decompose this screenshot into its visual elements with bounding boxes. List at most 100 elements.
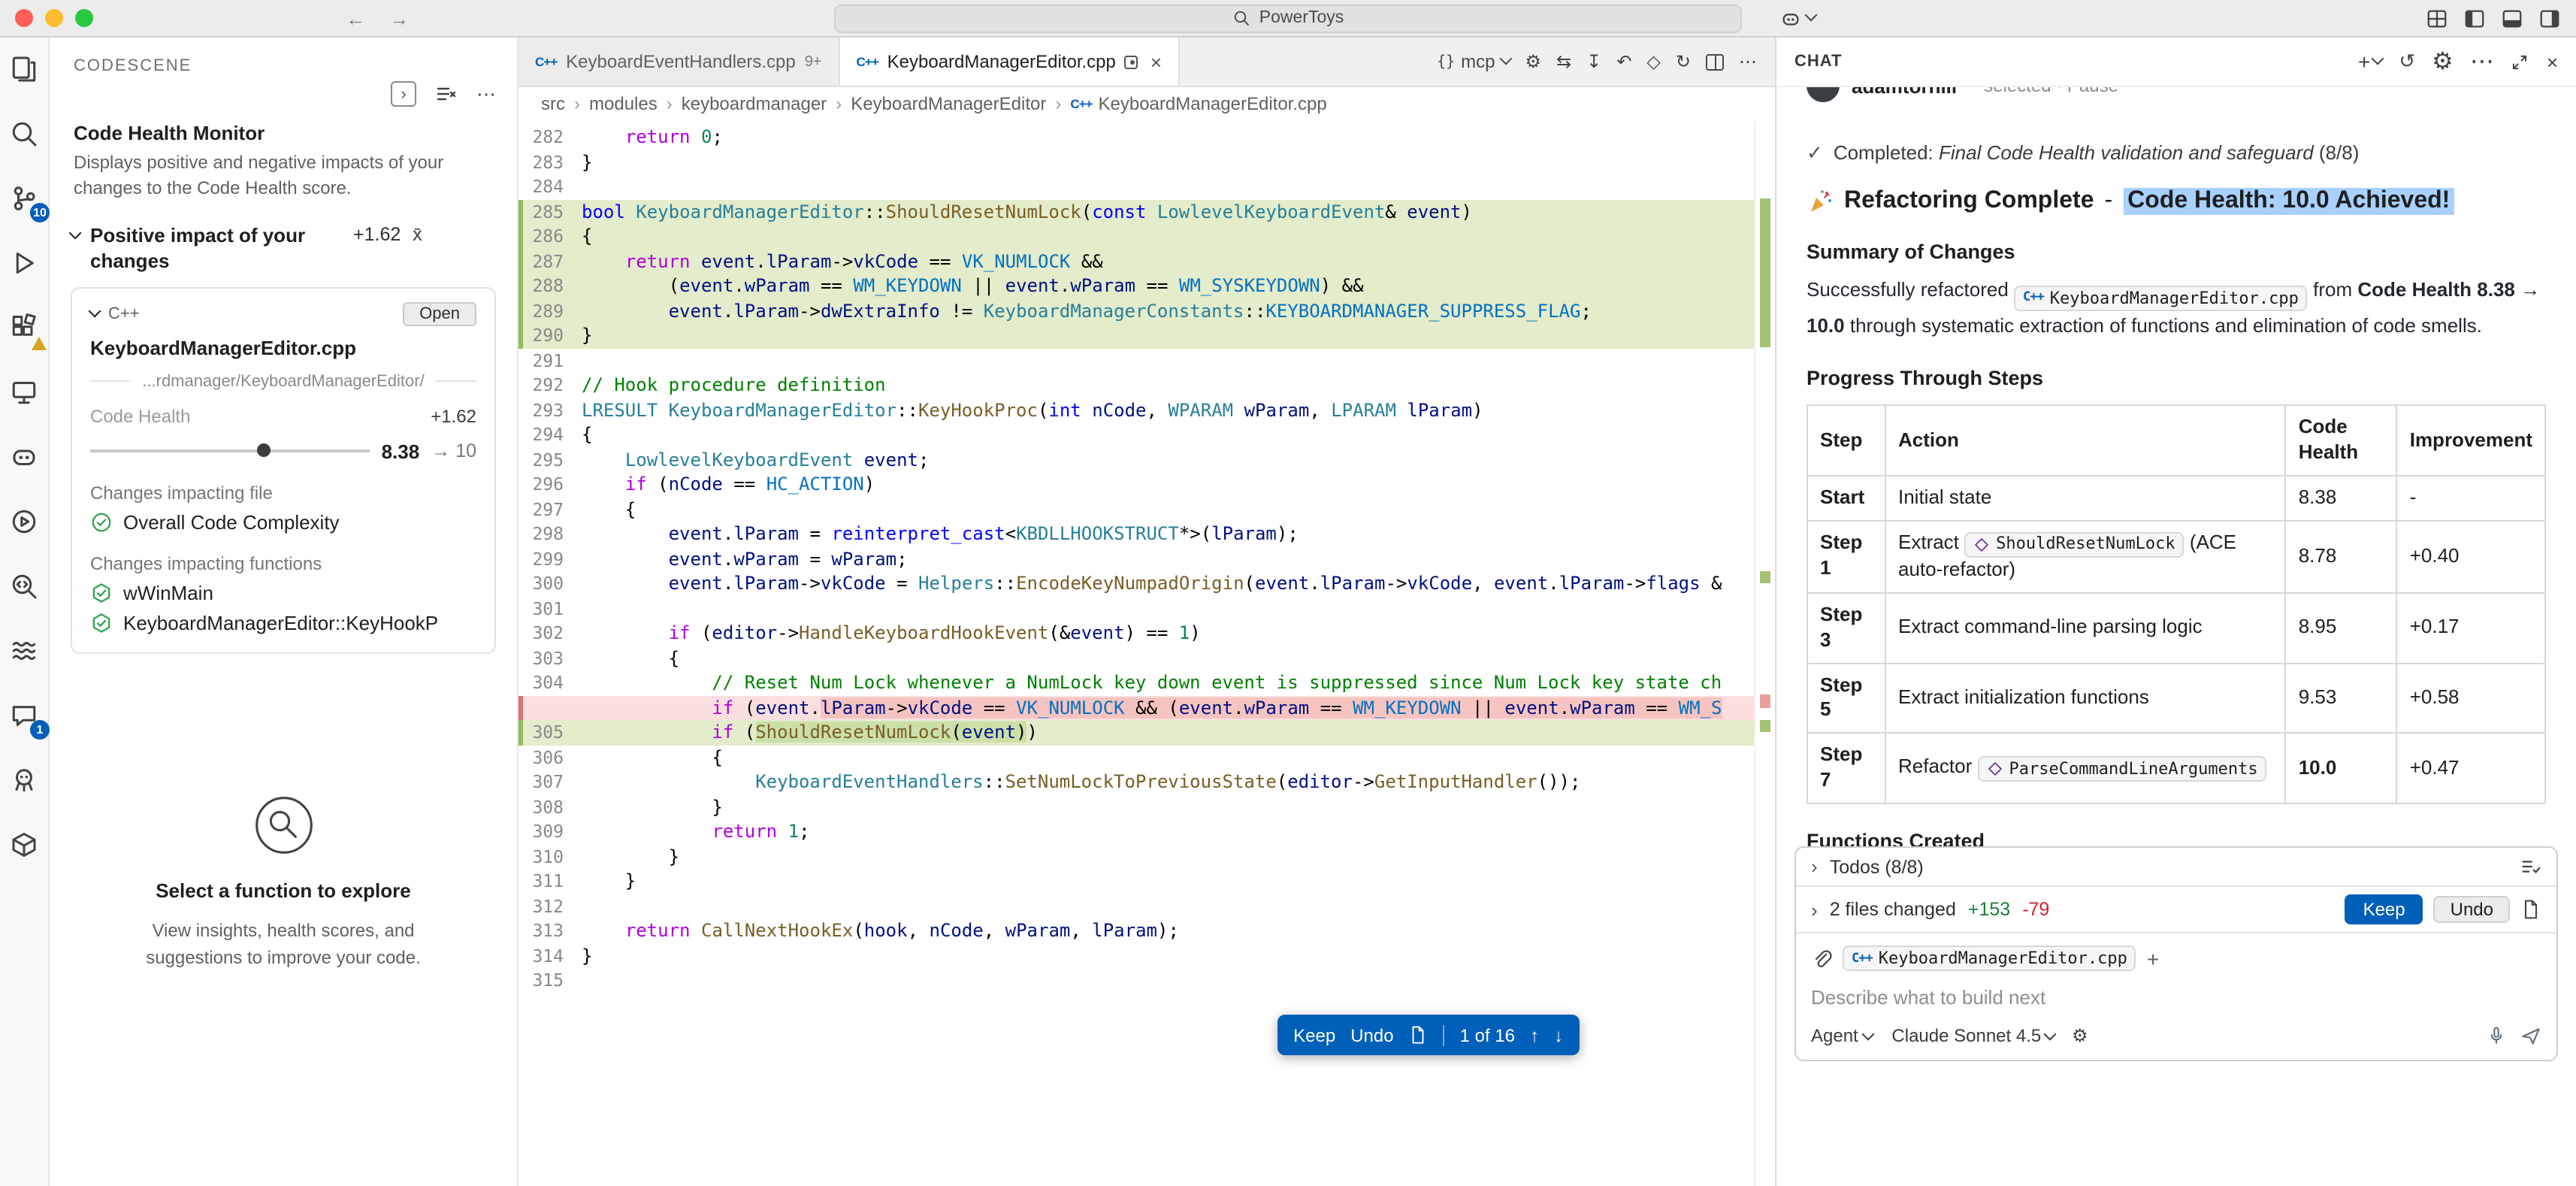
code-line[interactable]: 305 if (ShouldResetNumLock(event)) bbox=[519, 720, 1754, 745]
back-icon[interactable]: ← bbox=[346, 7, 365, 29]
code-line[interactable]: 307 KeyboardEventHandlers::SetNumLockToP… bbox=[519, 770, 1754, 794]
chevron-down-icon[interactable] bbox=[89, 304, 101, 317]
code-line[interactable]: 289 event.lParam->dwExtraInfo != Keyboar… bbox=[519, 298, 1754, 323]
code-line[interactable]: 308 } bbox=[519, 794, 1754, 819]
send-icon[interactable] bbox=[2520, 1025, 2541, 1046]
breadcrumb-item[interactable]: C++KeyboardManagerEditor.cpp bbox=[1070, 93, 1326, 114]
comments-icon[interactable]: 1 bbox=[5, 696, 44, 735]
chat-input-placeholder[interactable]: Describe what to build next bbox=[1811, 986, 2541, 1009]
run-debug-icon[interactable] bbox=[5, 244, 44, 283]
more-actions-icon[interactable]: ⋯ bbox=[2470, 47, 2494, 77]
tools-icon[interactable]: ⚙ bbox=[2072, 1025, 2088, 1046]
chat-input-area[interactable]: C++KeyboardManagerEditor.cpp + Describe … bbox=[1796, 933, 2556, 1060]
source-control-icon[interactable]: 10 bbox=[5, 179, 44, 218]
explorer-icon[interactable] bbox=[5, 50, 44, 89]
paperclip-icon[interactable] bbox=[1811, 948, 1832, 969]
voice-input-icon[interactable] bbox=[2486, 1025, 2507, 1046]
tab-keyboardeventhandlers[interactable]: C++ KeyboardEventHandlers.cpp 9+ bbox=[519, 38, 840, 86]
breadcrumb-item[interactable]: KeyboardManagerEditor bbox=[851, 93, 1046, 114]
keep-button[interactable]: Keep bbox=[1293, 1024, 1335, 1045]
split-editor-icon[interactable] bbox=[1706, 53, 1724, 70]
code-line[interactable]: 294{ bbox=[519, 422, 1754, 447]
collapse-all-icon[interactable] bbox=[434, 82, 458, 106]
command-center[interactable]: PowerToys bbox=[834, 4, 1742, 32]
code-line[interactable]: 295 LowlevelKeyboardEvent event; bbox=[519, 447, 1754, 472]
more-actions-icon[interactable]: ⋯ bbox=[1739, 51, 1757, 72]
code-line[interactable]: 309 return 1; bbox=[519, 819, 1754, 844]
code-line[interactable]: 310 } bbox=[519, 844, 1754, 869]
code-line[interactable]: 313 return CallNextHookEx(hook, nCode, w… bbox=[519, 918, 1754, 943]
search-icon[interactable] bbox=[5, 114, 44, 153]
code-line[interactable]: 292// Hook procedure definition bbox=[519, 373, 1754, 398]
code-line[interactable]: 282 return 0; bbox=[519, 125, 1754, 150]
code-line[interactable]: 296 if (nCode == HC_ACTION) bbox=[519, 472, 1754, 497]
refresh-icon[interactable]: ↻ bbox=[1676, 51, 1691, 72]
code-line[interactable]: 311 } bbox=[519, 869, 1754, 894]
method-chip[interactable]: ShouldResetNumLock bbox=[1964, 532, 2184, 558]
open-panel-icon[interactable]: › bbox=[391, 81, 416, 107]
code-line[interactable]: 283} bbox=[519, 150, 1754, 174]
package-icon[interactable] bbox=[5, 825, 44, 864]
undo-button[interactable]: Undo bbox=[1350, 1024, 1393, 1045]
breadcrumb-item[interactable]: src bbox=[541, 93, 565, 114]
copilot-chat-icon[interactable] bbox=[5, 437, 44, 477]
breadcrumb-item[interactable]: keyboardmanager bbox=[682, 93, 827, 114]
maximize-window-button[interactable] bbox=[75, 9, 93, 27]
file-impact-item[interactable]: Overall Code Complexity bbox=[90, 503, 476, 533]
toggle-panel-right-icon[interactable] bbox=[2538, 7, 2561, 29]
toggle-panel-bottom-icon[interactable] bbox=[2501, 7, 2523, 29]
customize-layout-icon[interactable] bbox=[2426, 7, 2448, 29]
close-tab-icon[interactable]: × bbox=[1150, 50, 1162, 73]
session-user[interactable]: adamtorhill bbox=[1852, 87, 1957, 97]
overview-ruler[interactable] bbox=[1754, 120, 1775, 1186]
chat-history-icon[interactable]: ↺ bbox=[2399, 50, 2415, 74]
function-impact-item[interactable]: KeyboardManagerEditor::KeyHookP bbox=[90, 604, 476, 634]
code-line[interactable]: 284 bbox=[519, 174, 1754, 199]
code-line[interactable]: 298 event.lParam = reinterpret_cast<KBDL… bbox=[519, 522, 1754, 546]
slider-knob[interactable] bbox=[258, 443, 271, 457]
deleted-code-line[interactable]: if (event.lParam->vkCode == VK_NUMLOCK &… bbox=[519, 695, 1754, 720]
maximize-panel-icon[interactable] bbox=[2511, 52, 2530, 71]
code-line[interactable]: 297 { bbox=[519, 497, 1754, 522]
play-circle-icon[interactable] bbox=[5, 502, 44, 541]
code-line[interactable]: 286{ bbox=[519, 224, 1754, 249]
code-line[interactable]: 314} bbox=[519, 943, 1754, 968]
code-line[interactable]: 285bool KeyboardManagerEditor::ShouldRes… bbox=[519, 199, 1754, 224]
code-line[interactable]: 301 bbox=[519, 596, 1754, 621]
file-chip[interactable]: C++KeyboardManagerEditor.cpp bbox=[2014, 286, 2308, 311]
attachment-chip[interactable]: C++KeyboardManagerEditor.cpp bbox=[1843, 945, 2136, 971]
copilot-menu[interactable] bbox=[1779, 7, 1816, 29]
card-file-name[interactable]: KeyboardManagerEditor.cpp bbox=[90, 336, 476, 359]
settings-gear-icon[interactable]: ⚙ bbox=[1525, 51, 1542, 72]
checklist-icon[interactable] bbox=[2519, 855, 2541, 878]
breadcrumb-item[interactable]: modules bbox=[589, 93, 658, 114]
stash-icon[interactable]: ↧ bbox=[1586, 51, 1601, 72]
code-line[interactable]: 287 return event.lParam->vkCode == VK_NU… bbox=[519, 249, 1754, 274]
code-line[interactable]: 302 if (editor->HandleKeyboardHookEvent(… bbox=[519, 621, 1754, 646]
diamond-icon[interactable]: ◇ bbox=[1646, 51, 1660, 72]
agent-mode-selector[interactable]: Agent bbox=[1811, 1025, 1872, 1046]
new-chat-button[interactable]: + bbox=[2358, 50, 2382, 74]
keep-button[interactable]: Keep bbox=[2345, 894, 2423, 924]
settings-gear-icon[interactable]: ⚙ bbox=[2432, 47, 2454, 77]
code-line[interactable]: 300 event.lParam->vkCode = Helpers::Enco… bbox=[519, 571, 1754, 596]
open-changes-icon[interactable] bbox=[2520, 899, 2541, 920]
previous-change-icon[interactable]: ↑ bbox=[1530, 1024, 1539, 1045]
code-line[interactable]: 299 event.wParam = wParam; bbox=[519, 546, 1754, 571]
slider-track[interactable] bbox=[90, 449, 370, 452]
extensions-icon[interactable] bbox=[5, 308, 44, 347]
code-line[interactable]: 304 // Reset Num Lock whenever a NumLock… bbox=[519, 670, 1754, 695]
code-line[interactable]: 312 bbox=[519, 894, 1754, 918]
mean-value-icon[interactable]: x̄ bbox=[413, 224, 422, 245]
code-line[interactable]: 306 { bbox=[519, 745, 1754, 770]
octopus-icon[interactable] bbox=[5, 761, 44, 800]
code-search-icon[interactable] bbox=[5, 567, 44, 606]
remote-explorer-icon[interactable] bbox=[5, 373, 44, 412]
code-editor[interactable]: 282 return 0;283}284285bool KeyboardMana… bbox=[519, 120, 1775, 1186]
waves-icon[interactable] bbox=[5, 631, 44, 670]
code-line[interactable]: 288 (event.wParam == WM_KEYDOWN || event… bbox=[519, 274, 1754, 298]
add-context-icon[interactable]: + bbox=[2147, 948, 2159, 969]
compare-changes-icon[interactable]: ⇆ bbox=[1556, 51, 1571, 72]
undo-button[interactable]: Undo bbox=[2434, 896, 2510, 923]
positive-impact-section[interactable]: Positive impact of your changes +1.62 x̄ bbox=[50, 203, 517, 284]
